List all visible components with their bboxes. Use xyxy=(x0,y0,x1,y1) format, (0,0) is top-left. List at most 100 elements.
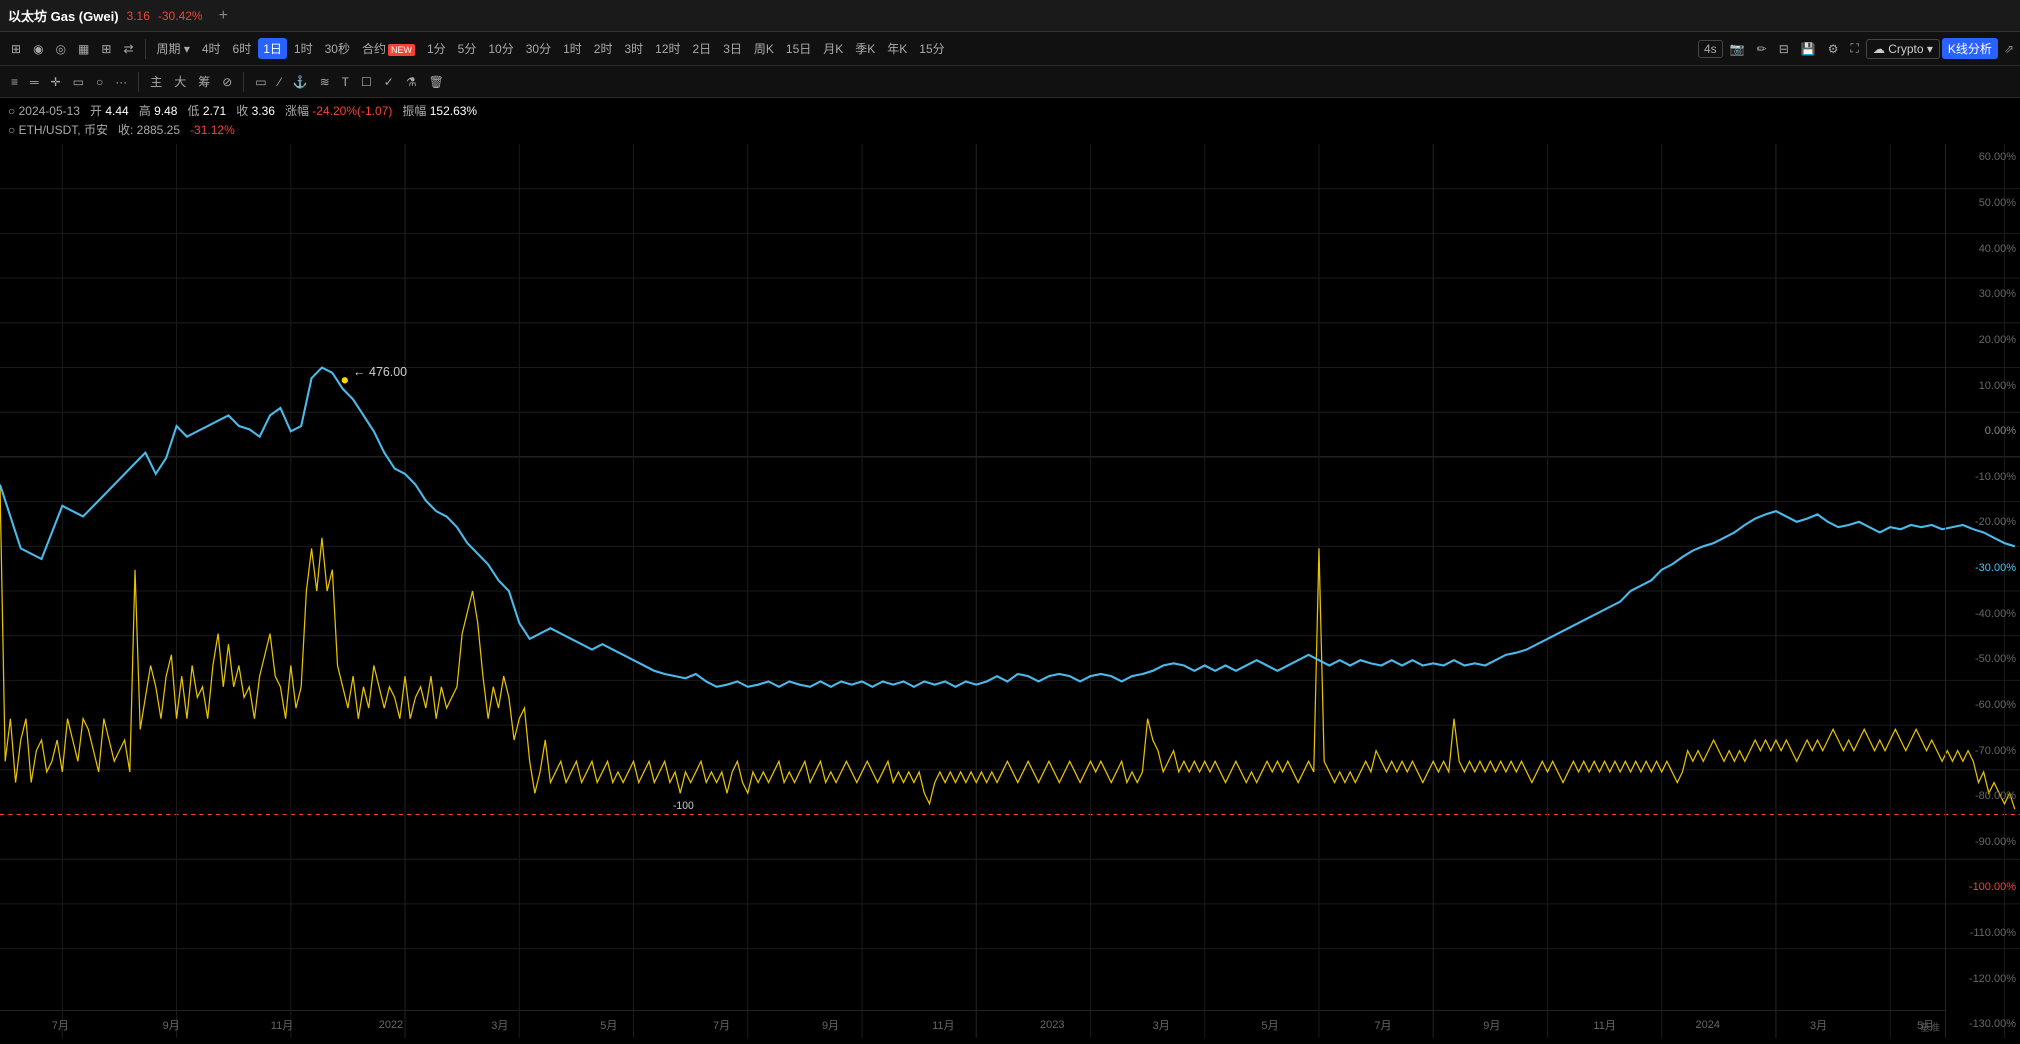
draw-icon[interactable]: ✏ xyxy=(1752,40,1772,58)
tool-three-lines[interactable]: ≡ xyxy=(6,73,23,91)
period-3d[interactable]: 3日 xyxy=(718,38,747,59)
crypto-button[interactable]: ☁ Crypto ▾ xyxy=(1866,39,1940,59)
open-value: 4.44 xyxy=(105,104,128,118)
layout-icon[interactable]: ⊞ xyxy=(6,40,26,58)
period-seasonk[interactable]: 季K xyxy=(850,38,880,59)
period-1d[interactable]: 1日 xyxy=(258,38,287,59)
chart-svg: ← 476.00 -100 xyxy=(0,144,2020,1038)
close-label: 收 xyxy=(236,104,248,118)
eth-close-value: 2885.25 xyxy=(137,123,180,137)
x-label-2024: 2024 xyxy=(1695,1019,1719,1031)
x-label-sep: 9月 xyxy=(163,1017,180,1033)
period-weekk[interactable]: 周K xyxy=(749,38,779,59)
tool-wave[interactable]: ≋ xyxy=(315,73,335,91)
amplitude-value: 152.63% xyxy=(430,104,477,118)
tool-big[interactable]: 大 xyxy=(169,71,191,92)
tool-clear[interactable]: 🗑 xyxy=(424,73,449,91)
period-dropdown[interactable]: 周期 ▾ xyxy=(152,38,195,59)
x-label-mar2: 3月 xyxy=(1153,1017,1170,1033)
tool-filter[interactable]: ⚗ xyxy=(401,73,422,91)
tool-two-lines[interactable]: ═ xyxy=(25,73,44,91)
x-axis: 7月 9月 11月 2022 3月 5月 7月 9月 11月 2023 3月 5… xyxy=(0,1010,1945,1038)
title-change: -30.42% xyxy=(158,9,203,23)
period-12h[interactable]: 12时 xyxy=(650,38,685,59)
add-tab-button[interactable]: + xyxy=(219,7,228,25)
period-2d[interactable]: 2日 xyxy=(688,38,717,59)
yellow-line xyxy=(0,485,2015,810)
y-label-neg110: -110.00% xyxy=(1950,928,2016,939)
period-3h[interactable]: 3时 xyxy=(619,38,648,59)
tool-draw-line[interactable]: ∕ xyxy=(274,73,286,91)
period-30s[interactable]: 30秒 xyxy=(320,38,355,59)
y-label-neg10: -10.00% xyxy=(1950,472,2016,483)
period-30m[interactable]: 30分 xyxy=(521,38,556,59)
date-label: 2024-05-13 xyxy=(19,104,80,118)
tool-circle[interactable]: ○ xyxy=(91,73,108,91)
layout2-icon[interactable]: ⊟ xyxy=(1774,40,1794,58)
screenshot-icon[interactable]: 📷 xyxy=(1725,40,1750,58)
y-label-neg90: -90.00% xyxy=(1950,837,2016,848)
period-15d[interactable]: 15日 xyxy=(781,38,816,59)
tool-edit[interactable]: ⊘ xyxy=(217,73,237,91)
indicator-circle-icon[interactable]: ◉ xyxy=(28,40,48,58)
instrument-title: 以太坊 Gas (Gwei) xyxy=(8,6,119,25)
blue-line xyxy=(0,368,2015,687)
title-bar: 以太坊 Gas (Gwei) 3.16 -30.42% + xyxy=(0,0,2020,32)
period-2h[interactable]: 2时 xyxy=(589,38,618,59)
circle-icon1: ○ xyxy=(8,104,15,118)
x-label-sep3: 9月 xyxy=(1483,1017,1500,1033)
table-icon[interactable]: ⊞ xyxy=(96,40,116,58)
period-1h[interactable]: 1时 xyxy=(289,38,318,59)
x-label-nov2: 11月 xyxy=(932,1017,954,1033)
candle-icon[interactable]: ▦ xyxy=(73,40,94,58)
eth-close-label: 收: xyxy=(118,123,133,137)
period-5m[interactable]: 5分 xyxy=(453,38,482,59)
y-label-neg120: -120.00% xyxy=(1950,974,2016,985)
tool-main[interactable]: 主 xyxy=(145,71,167,92)
x-label-jul: 7月 xyxy=(52,1017,69,1033)
fullscreen-icon[interactable]: ⛶ xyxy=(1845,39,1863,58)
tool-dotted[interactable]: ··· xyxy=(110,73,132,91)
tool-anchor[interactable]: ⚓ xyxy=(288,73,313,91)
settings-icon[interactable]: ⚙ xyxy=(1823,40,1844,58)
tool-check[interactable]: ✓ xyxy=(379,73,399,91)
x-label-2022: 2022 xyxy=(379,1019,403,1031)
tool-draw-rect[interactable]: ▭ xyxy=(250,73,271,91)
tool-text[interactable]: T xyxy=(337,73,354,91)
save-icon[interactable]: 💾 xyxy=(1796,40,1821,58)
x-label-sep2: 9月 xyxy=(822,1017,839,1033)
period-15m[interactable]: 15分 xyxy=(914,38,949,59)
period-4h[interactable]: 4时 xyxy=(197,38,226,59)
period-1h2[interactable]: 1时 xyxy=(558,38,587,59)
replay-button[interactable]: 4s xyxy=(1698,40,1723,58)
chart-container[interactable]: ← 476.00 -100 60.00% 50.00% 40.00% 30.00… xyxy=(0,144,2020,1038)
high-value: 9.48 xyxy=(154,104,177,118)
period-yeark[interactable]: 年K xyxy=(882,38,912,59)
y-label-0: 0.00% xyxy=(1950,426,2016,437)
y-label-40: 40.00% xyxy=(1950,244,2016,255)
ohlc-row: ○ 2024-05-13 开 4.44 高 9.48 低 2.71 收 3.36… xyxy=(8,102,2012,121)
period-10m[interactable]: 10分 xyxy=(483,38,518,59)
period-monthk[interactable]: 月K xyxy=(818,38,848,59)
circle-icon2: ○ xyxy=(8,123,15,137)
scroll-label: 基准 xyxy=(1920,1023,1940,1034)
y-label-20: 20.00% xyxy=(1950,335,2016,346)
period-1m[interactable]: 1分 xyxy=(422,38,451,59)
open-label: 开 xyxy=(90,104,102,118)
alert-circle-icon[interactable]: ◎ xyxy=(51,40,71,58)
period-contract[interactable]: 合约NEW xyxy=(357,38,420,59)
tool-rect2[interactable]: ☐ xyxy=(356,73,377,91)
tool-rect[interactable]: ▭ xyxy=(68,73,89,91)
kline-analysis-button[interactable]: K线分析 xyxy=(1942,38,1998,59)
separator3 xyxy=(243,72,244,92)
compare-icon[interactable]: ⇄ xyxy=(118,40,138,58)
y-label-10: 10.00% xyxy=(1950,381,2016,392)
tool-cross[interactable]: ✛ xyxy=(46,73,66,91)
y-axis: 60.00% 50.00% 40.00% 30.00% 20.00% 10.00… xyxy=(1945,144,2020,1038)
amplitude-label: 振幅 xyxy=(402,104,426,118)
tool-chips[interactable]: 筹 xyxy=(193,71,215,92)
period-6h[interactable]: 6时 xyxy=(228,38,257,59)
y-label-neg40: -40.00% xyxy=(1950,609,2016,620)
y-label-60: 60.00% xyxy=(1950,152,2016,163)
share-button[interactable]: ⇗ xyxy=(2004,42,2014,56)
